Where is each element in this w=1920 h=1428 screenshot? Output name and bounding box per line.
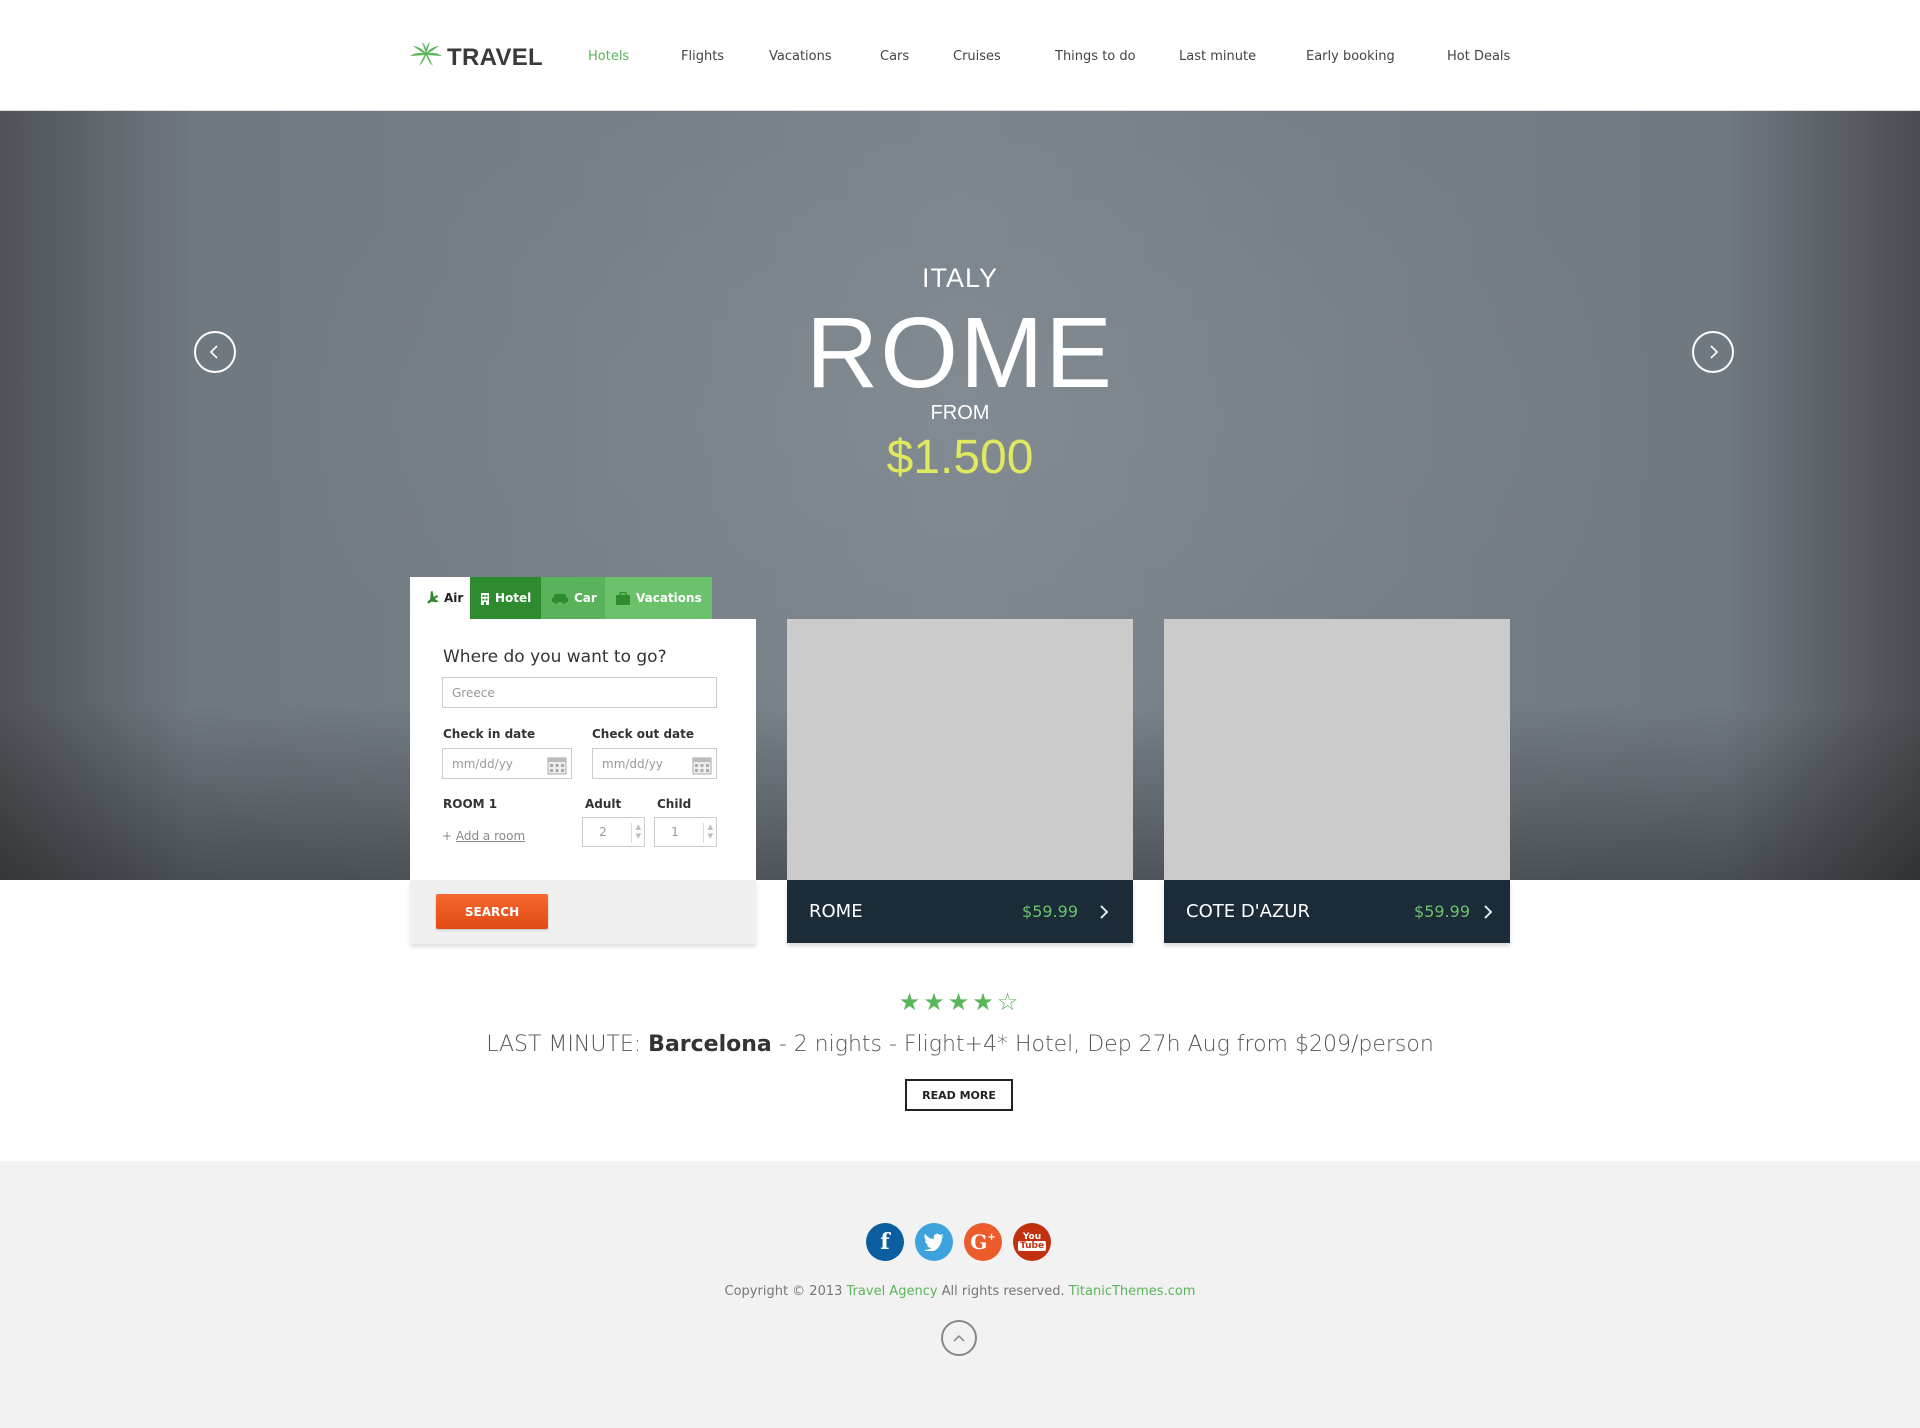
nav-early-booking[interactable]: Early booking bbox=[1306, 49, 1395, 64]
spinner-arrows-icon[interactable]: ▲ ▼ bbox=[703, 823, 713, 843]
tab-vacations-label: Vacations bbox=[636, 591, 702, 605]
checkin-placeholder: mm/dd/yy bbox=[452, 756, 513, 771]
google-plus-icon[interactable]: G + bbox=[964, 1223, 1002, 1261]
slider-next-button[interactable] bbox=[1692, 331, 1734, 373]
checkin-label: Check in date bbox=[443, 727, 536, 741]
logo[interactable]: TRAVEL bbox=[409, 42, 543, 73]
back-to-top-button[interactable] bbox=[941, 1320, 977, 1356]
add-room-prefix: + bbox=[442, 829, 456, 843]
chevron-up-icon bbox=[952, 1333, 966, 1343]
child-label: Child bbox=[657, 797, 692, 811]
hero-country: ITALY bbox=[921, 263, 999, 293]
spinner-arrows-icon[interactable]: ▲ ▼ bbox=[631, 823, 641, 843]
nav-last-minute[interactable]: Last minute bbox=[1179, 49, 1256, 64]
rating-stars: ★★★★☆ bbox=[0, 988, 1920, 1017]
hero-price: $1.500 bbox=[886, 431, 1034, 484]
nav-cars[interactable]: Cars bbox=[880, 49, 909, 64]
chevron-right-icon bbox=[1483, 904, 1493, 925]
car-icon bbox=[551, 592, 569, 604]
card-name: ROME bbox=[809, 901, 863, 922]
destination-card-image[interactable] bbox=[787, 619, 1133, 880]
deal-prefix: LAST MINUTE: bbox=[486, 1032, 649, 1057]
read-more-button[interactable]: READ MORE bbox=[905, 1079, 1013, 1111]
copyright-prefix: Copyright © 2013 bbox=[724, 1284, 847, 1299]
slider-prev-button[interactable] bbox=[194, 331, 236, 373]
nav-things-to-do[interactable]: Things to do bbox=[1055, 49, 1136, 64]
search-button[interactable]: SEARCH bbox=[436, 894, 548, 929]
nav-hotels[interactable]: Hotels bbox=[588, 49, 629, 64]
checkout-label: Check out date bbox=[592, 727, 695, 741]
calendar-icon[interactable] bbox=[547, 755, 567, 778]
tab-hotel-label: Hotel bbox=[495, 591, 532, 605]
destination-card-cote-dazur[interactable]: COTE D'AZUR $59.99 bbox=[1164, 880, 1510, 943]
site-link[interactable]: TitanicThemes.com bbox=[1069, 1284, 1196, 1299]
destination-input[interactable]: Greece bbox=[442, 677, 717, 708]
destination-card-image[interactable] bbox=[1164, 619, 1510, 880]
chevron-right-icon bbox=[1099, 904, 1109, 925]
adult-label: Adult bbox=[585, 797, 622, 811]
tab-car-label: Car bbox=[574, 591, 597, 605]
tab-vacations[interactable]: Vacations bbox=[605, 577, 712, 619]
tab-hotel[interactable]: Hotel bbox=[470, 577, 541, 619]
facebook-icon[interactable]: f bbox=[866, 1223, 904, 1261]
copyright: Copyright © 2013 Travel Agency All right… bbox=[0, 1284, 1920, 1299]
star-filled-icon: ★ bbox=[947, 989, 973, 1016]
twitter-icon[interactable] bbox=[915, 1223, 953, 1261]
calendar-icon[interactable] bbox=[692, 755, 712, 778]
destination-question: Where do you want to go? bbox=[443, 647, 667, 667]
star-empty-icon: ☆ bbox=[996, 989, 1022, 1016]
hero-city: ROME bbox=[806, 297, 1114, 409]
agency-link[interactable]: Travel Agency bbox=[847, 1284, 938, 1299]
destination-card-rome[interactable]: ROME $59.99 bbox=[787, 880, 1133, 943]
nav-flights[interactable]: Flights bbox=[681, 49, 724, 64]
last-minute-deal: LAST MINUTE: Barcelona - 2 nights - Flig… bbox=[0, 1032, 1920, 1057]
add-room-link[interactable]: + Add a room bbox=[442, 829, 525, 843]
star-filled-icon: ★ bbox=[972, 989, 997, 1016]
building-icon bbox=[480, 592, 490, 605]
nav-vacations[interactable]: Vacations bbox=[769, 49, 832, 64]
adult-stepper[interactable]: 2 ▲ ▼ bbox=[582, 817, 645, 847]
tab-air-label: Air bbox=[444, 591, 464, 605]
checkout-placeholder: mm/dd/yy bbox=[602, 756, 663, 771]
youtube-icon[interactable]: You Tube bbox=[1013, 1223, 1051, 1261]
child-value: 1 bbox=[671, 825, 679, 839]
copyright-rights: All rights reserved. bbox=[937, 1284, 1069, 1299]
add-room-text[interactable]: Add a room bbox=[456, 829, 525, 843]
nav-cruises[interactable]: Cruises bbox=[953, 49, 1001, 64]
card-price: $59.99 bbox=[1414, 902, 1470, 921]
logo-text: TRAVEL bbox=[447, 43, 544, 71]
tab-car[interactable]: Car bbox=[541, 577, 605, 619]
checkin-date-input[interactable]: mm/dd/yy bbox=[442, 748, 572, 779]
deal-details: - 2 nights - Flight+4* Hotel, Dep 27h Au… bbox=[771, 1032, 1434, 1057]
chevron-left-icon bbox=[208, 344, 222, 360]
room-label: ROOM 1 bbox=[443, 797, 498, 811]
hero-from-label: FROM bbox=[930, 402, 990, 424]
checkout-date-input[interactable]: mm/dd/yy bbox=[592, 748, 717, 779]
card-price: $59.99 bbox=[1022, 902, 1078, 921]
star-filled-icon: ★ bbox=[923, 989, 948, 1016]
adult-value: 2 bbox=[599, 825, 607, 839]
child-stepper[interactable]: 1 ▲ ▼ bbox=[654, 817, 717, 847]
star-filled-icon: ★ bbox=[898, 989, 924, 1016]
nav-hot-deals[interactable]: Hot Deals bbox=[1447, 49, 1510, 64]
palm-logo-icon bbox=[409, 42, 443, 73]
suitcase-icon bbox=[615, 591, 631, 605]
deal-city: Barcelona bbox=[648, 1032, 772, 1057]
plane-icon bbox=[425, 591, 439, 605]
site-header: TRAVEL Hotels Flights Vacations Cars Cru… bbox=[0, 0, 1920, 111]
card-name: COTE D'AZUR bbox=[1186, 901, 1310, 922]
chevron-right-icon bbox=[1706, 344, 1720, 360]
tab-air[interactable]: Air bbox=[410, 577, 470, 619]
search-tabs: Air Hotel Car Vacations bbox=[410, 577, 712, 619]
